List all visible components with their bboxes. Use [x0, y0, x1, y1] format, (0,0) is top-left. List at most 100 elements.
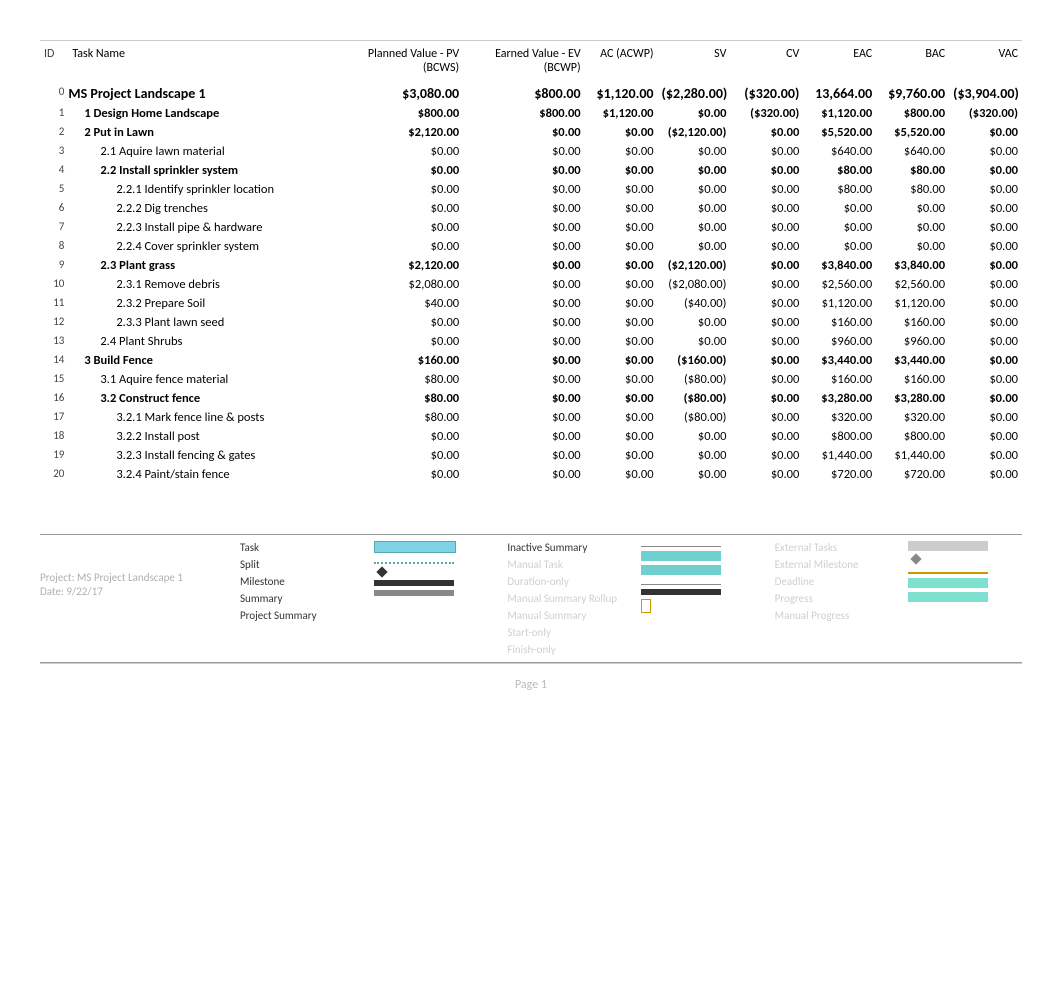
- cell-pv: $160.00: [342, 351, 463, 370]
- legend-item-ghost: Manual Summary: [507, 609, 621, 622]
- table-row: 193.2.3 Install fencing & gates$0.00$0.0…: [40, 446, 1022, 465]
- legend-project-line: Project: MS Project Landscape 1: [40, 571, 220, 585]
- cell-sv: ($80.00): [658, 370, 731, 389]
- cell-ev: $800.00: [463, 83, 584, 104]
- cell-ac: $0.00: [585, 218, 658, 237]
- cell-ev: $0.00: [463, 256, 584, 275]
- cell-cv: $0.00: [730, 408, 803, 427]
- cell-cv: $0.00: [730, 123, 803, 142]
- row-id: 16: [40, 389, 68, 408]
- cell-sv: ($40.00): [658, 294, 731, 313]
- table-row: 183.2.2 Install post$0.00$0.00$0.00$0.00…: [40, 427, 1022, 446]
- col-bac: BAC: [876, 45, 949, 83]
- legend-item-project-summary: Project Summary: [240, 609, 354, 622]
- cell-ev: $0.00: [463, 427, 584, 446]
- cell-ev: $0.00: [463, 313, 584, 332]
- cell-bac: $800.00: [876, 104, 949, 123]
- cell-ev: $0.00: [463, 275, 584, 294]
- legend-col-3: External Tasks External Milestone Deadli…: [775, 541, 889, 622]
- legend: Project: MS Project Landscape 1 Date: 9/…: [40, 534, 1022, 663]
- legend-item-ghost: Start-only: [507, 626, 621, 639]
- row-id: 5: [40, 180, 68, 199]
- table-row: 132.4 Plant Shrubs$0.00$0.00$0.00$0.00$0…: [40, 332, 1022, 351]
- cell-vac: $0.00: [949, 427, 1022, 446]
- cell-bac: $320.00: [876, 408, 949, 427]
- row-id: 8: [40, 237, 68, 256]
- row-id: 7: [40, 218, 68, 237]
- task-name: 3 Build Fence: [68, 351, 341, 370]
- row-id: 0: [40, 83, 68, 104]
- cell-ac: $0.00: [585, 275, 658, 294]
- cell-pv: $0.00: [342, 427, 463, 446]
- cell-ac: $0.00: [585, 370, 658, 389]
- cell-ev: $0.00: [463, 370, 584, 389]
- cell-eac: $160.00: [803, 370, 876, 389]
- table-row: 11 Design Home Landscape$800.00$800.00$1…: [40, 104, 1022, 123]
- cell-ac: $0.00: [585, 332, 658, 351]
- cell-ac: $0.00: [585, 427, 658, 446]
- cell-sv: ($80.00): [658, 408, 731, 427]
- cell-eac: $3,280.00: [803, 389, 876, 408]
- cell-ac: $0.00: [585, 465, 658, 484]
- cell-ac: $0.00: [585, 256, 658, 275]
- cell-cv: ($320.00): [730, 104, 803, 123]
- row-id: 12: [40, 313, 68, 332]
- row-id: 18: [40, 427, 68, 446]
- deadline-swatch-icon: [908, 572, 988, 574]
- cell-pv: $0.00: [342, 218, 463, 237]
- table-header-row: ID Task Name Planned Value - PV (BCWS) E…: [40, 45, 1022, 83]
- cell-ac: $1,120.00: [585, 104, 658, 123]
- cell-vac: ($3,904.00): [949, 83, 1022, 104]
- cell-cv: $0.00: [730, 427, 803, 446]
- cell-ev: $0.00: [463, 237, 584, 256]
- table-row: 82.2.4 Cover sprinkler system$0.00$0.00$…: [40, 237, 1022, 256]
- table-row: 62.2.2 Dig trenches$0.00$0.00$0.00$0.00$…: [40, 199, 1022, 218]
- cell-eac: $160.00: [803, 313, 876, 332]
- table-row: 153.1 Aquire fence material$80.00$0.00$0…: [40, 370, 1022, 389]
- cell-sv: $0.00: [658, 332, 731, 351]
- cell-cv: $0.00: [730, 237, 803, 256]
- cell-ev: $800.00: [463, 104, 584, 123]
- task-name: 3.2 Construct fence: [68, 389, 341, 408]
- cell-pv: $0.00: [342, 142, 463, 161]
- cell-vac: $0.00: [949, 161, 1022, 180]
- row-id: 20: [40, 465, 68, 484]
- cell-bac: $80.00: [876, 180, 949, 199]
- cell-sv: $0.00: [658, 199, 731, 218]
- cell-sv: $0.00: [658, 465, 731, 484]
- task-name: 2.3 Plant grass: [68, 256, 341, 275]
- cell-ac: $0.00: [585, 408, 658, 427]
- cell-ev: $0.00: [463, 446, 584, 465]
- col-vac: VAC: [949, 45, 1022, 83]
- cell-ac: $0.00: [585, 142, 658, 161]
- cell-bac: $1,120.00: [876, 294, 949, 313]
- legend-item-summary: Summary: [240, 592, 354, 605]
- cell-ev: $0.00: [463, 218, 584, 237]
- external-milestone-swatch-icon: [911, 553, 922, 564]
- cell-vac: $0.00: [949, 408, 1022, 427]
- cell-cv: $0.00: [730, 313, 803, 332]
- row-id: 6: [40, 199, 68, 218]
- table-row: 42.2 Install sprinkler system$0.00$0.00$…: [40, 161, 1022, 180]
- cell-eac: $800.00: [803, 427, 876, 446]
- cell-ev: $0.00: [463, 180, 584, 199]
- legend-col-1-swatches: [374, 541, 488, 596]
- cell-sv: $0.00: [658, 313, 731, 332]
- cell-vac: $0.00: [949, 275, 1022, 294]
- table-row: 102.3.1 Remove debris$2,080.00$0.00$0.00…: [40, 275, 1022, 294]
- task-name: 2 Put in Lawn: [68, 123, 341, 142]
- split-swatch-icon: [374, 562, 454, 564]
- cell-ev: $0.00: [463, 199, 584, 218]
- row-id: 14: [40, 351, 68, 370]
- legend-col-1: Task Split Milestone Summary Project Sum…: [240, 541, 354, 622]
- table-row: 32.1 Aquire lawn material$0.00$0.00$0.00…: [40, 142, 1022, 161]
- table-row: 22 Put in Lawn$2,120.00$0.00$0.00($2,120…: [40, 123, 1022, 142]
- cell-ev: $0.00: [463, 351, 584, 370]
- task-name: 2.2.3 Install pipe & hardware: [68, 218, 341, 237]
- report-page: ID Task Name Planned Value - PV (BCWS) E…: [40, 40, 1022, 664]
- task-name: 2.2.4 Cover sprinkler system: [68, 237, 341, 256]
- cell-pv: $0.00: [342, 332, 463, 351]
- cell-vac: $0.00: [949, 218, 1022, 237]
- table-row: 52.2.1 Identify sprinkler location$0.00$…: [40, 180, 1022, 199]
- col-sv: SV: [658, 45, 731, 83]
